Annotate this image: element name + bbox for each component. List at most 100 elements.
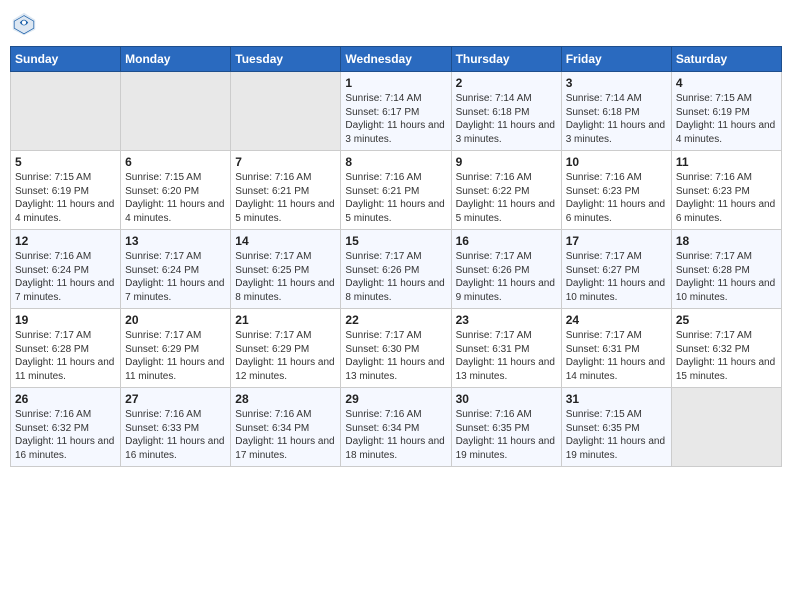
calendar-cell: 10 Sunrise: 7:16 AM Sunset: 6:23 PM Dayli… — [561, 151, 671, 230]
day-number: 4 — [676, 76, 777, 90]
day-number: 29 — [345, 392, 446, 406]
day-number: 6 — [125, 155, 226, 169]
day-number: 10 — [566, 155, 667, 169]
calendar-cell: 15Sunrise: 7:17 AM Sunset: 6:26 PM Dayli… — [341, 230, 451, 309]
calendar-cell: 5 Sunrise: 7:15 AM Sunset: 6:19 PM Daylig… — [11, 151, 121, 230]
calendar-week-row: 12 Sunrise: 7:16 AM Sunset: 6:24 PM Dayli… — [11, 230, 782, 309]
calendar-cell: 31 Sunrise: 7:15 AM Sunset: 6:35 PM Dayli… — [561, 388, 671, 467]
day-number: 14 — [235, 234, 336, 248]
day-info: Sunrise: 7:16 AM Sunset: 6:35 PM Dayligh… — [456, 408, 557, 462]
day-info: Sunrise: 7:16 AM Sunset: 6:21 PM Dayligh… — [345, 171, 446, 225]
day-number: 9 — [456, 155, 557, 169]
day-info: Sunrise: 7:17 AM Sunset: 6:31 PM Dayligh… — [456, 329, 557, 383]
weekday-header-friday: Friday — [561, 47, 671, 72]
day-number: 5 — [15, 155, 116, 169]
day-number: 2 — [456, 76, 557, 90]
calendar-cell: 16 Sunrise: 7:17 AM Sunset: 6:26 PM Dayli… — [451, 230, 561, 309]
day-info: Sunrise: 7:16 AM Sunset: 6:33 PM Dayligh… — [125, 408, 226, 462]
day-info: Sunrise: 7:15 AM Sunset: 6:20 PM Dayligh… — [125, 171, 226, 225]
calendar-cell: 20 Sunrise: 7:17 AM Sunset: 6:29 PM Dayli… — [121, 309, 231, 388]
day-number: 31 — [566, 392, 667, 406]
day-number: 16 — [456, 234, 557, 248]
day-info: Sunrise: 7:15 AM Sunset: 6:35 PM Dayligh… — [566, 408, 667, 462]
day-info: Sunrise: 7:17 AM Sunset: 6:32 PM Dayligh… — [676, 329, 777, 383]
calendar-cell: 14 Sunrise: 7:17 AM Sunset: 6:25 PM Dayli… — [231, 230, 341, 309]
calendar-cell: 28 Sunrise: 7:16 AM Sunset: 6:34 PM Dayli… — [231, 388, 341, 467]
calendar-cell: 11Sunrise: 7:16 AM Sunset: 6:23 PM Dayli… — [671, 151, 781, 230]
day-number: 26 — [15, 392, 116, 406]
day-info: Sunrise: 7:16 AM Sunset: 6:21 PM Dayligh… — [235, 171, 336, 225]
day-info: Sunrise: 7:17 AM Sunset: 6:28 PM Dayligh… — [676, 250, 777, 304]
calendar-cell: 24 Sunrise: 7:17 AM Sunset: 6:31 PM Dayli… — [561, 309, 671, 388]
day-number: 8 — [345, 155, 446, 169]
logo-icon — [10, 10, 38, 38]
day-info: Sunrise: 7:16 AM Sunset: 6:23 PM Dayligh… — [676, 171, 777, 225]
day-info: Sunrise: 7:16 AM Sunset: 6:24 PM Dayligh… — [15, 250, 116, 304]
calendar-cell: 21 Sunrise: 7:17 AM Sunset: 6:29 PM Dayli… — [231, 309, 341, 388]
day-info: Sunrise: 7:17 AM Sunset: 6:27 PM Dayligh… — [566, 250, 667, 304]
calendar-cell: 23 Sunrise: 7:17 AM Sunset: 6:31 PM Dayli… — [451, 309, 561, 388]
day-number: 12 — [15, 234, 116, 248]
page-header — [10, 10, 782, 38]
calendar-week-row: 26Sunrise: 7:16 AM Sunset: 6:32 PM Dayli… — [11, 388, 782, 467]
calendar-table: SundayMondayTuesdayWednesdayThursdayFrid… — [10, 46, 782, 467]
day-number: 1 — [345, 76, 446, 90]
day-number: 3 — [566, 76, 667, 90]
day-number: 19 — [15, 313, 116, 327]
day-info: Sunrise: 7:17 AM Sunset: 6:28 PM Dayligh… — [15, 329, 116, 383]
weekday-header-tuesday: Tuesday — [231, 47, 341, 72]
day-number: 27 — [125, 392, 226, 406]
calendar-cell: 27 Sunrise: 7:16 AM Sunset: 6:33 PM Dayli… — [121, 388, 231, 467]
calendar-cell: 29 Sunrise: 7:16 AM Sunset: 6:34 PM Dayli… — [341, 388, 451, 467]
calendar-cell — [231, 72, 341, 151]
day-number: 7 — [235, 155, 336, 169]
calendar-header-row: SundayMondayTuesdayWednesdayThursdayFrid… — [11, 47, 782, 72]
day-number: 30 — [456, 392, 557, 406]
day-info: Sunrise: 7:14 AM Sunset: 6:17 PM Dayligh… — [345, 92, 446, 146]
day-info: Sunrise: 7:16 AM Sunset: 6:34 PM Dayligh… — [235, 408, 336, 462]
day-number: 15 — [345, 234, 446, 248]
calendar-cell — [121, 72, 231, 151]
weekday-header-thursday: Thursday — [451, 47, 561, 72]
day-number: 25 — [676, 313, 777, 327]
day-info: Sunrise: 7:16 AM Sunset: 6:22 PM Dayligh… — [456, 171, 557, 225]
day-number: 22 — [345, 313, 446, 327]
day-number: 24 — [566, 313, 667, 327]
day-info: Sunrise: 7:14 AM Sunset: 6:18 PM Dayligh… — [566, 92, 667, 146]
day-info: Sunrise: 7:17 AM Sunset: 6:30 PM Dayligh… — [345, 329, 446, 383]
calendar-cell — [671, 388, 781, 467]
day-number: 18 — [676, 234, 777, 248]
calendar-cell: 25 Sunrise: 7:17 AM Sunset: 6:32 PM Dayli… — [671, 309, 781, 388]
weekday-header-wednesday: Wednesday — [341, 47, 451, 72]
calendar-week-row: 5 Sunrise: 7:15 AM Sunset: 6:19 PM Daylig… — [11, 151, 782, 230]
day-info: Sunrise: 7:17 AM Sunset: 6:26 PM Dayligh… — [456, 250, 557, 304]
day-number: 20 — [125, 313, 226, 327]
calendar-cell: 6 Sunrise: 7:15 AM Sunset: 6:20 PM Daylig… — [121, 151, 231, 230]
day-info: Sunrise: 7:17 AM Sunset: 6:29 PM Dayligh… — [125, 329, 226, 383]
day-info: Sunrise: 7:16 AM Sunset: 6:23 PM Dayligh… — [566, 171, 667, 225]
day-info: Sunrise: 7:17 AM Sunset: 6:29 PM Dayligh… — [235, 329, 336, 383]
calendar-cell: 12 Sunrise: 7:16 AM Sunset: 6:24 PM Dayli… — [11, 230, 121, 309]
day-number: 17 — [566, 234, 667, 248]
calendar-cell: 1 Sunrise: 7:14 AM Sunset: 6:17 PM Daylig… — [341, 72, 451, 151]
calendar-cell: 18 Sunrise: 7:17 AM Sunset: 6:28 PM Dayli… — [671, 230, 781, 309]
calendar-cell — [11, 72, 121, 151]
calendar-cell: 22 Sunrise: 7:17 AM Sunset: 6:30 PM Dayli… — [341, 309, 451, 388]
day-number: 23 — [456, 313, 557, 327]
day-info: Sunrise: 7:17 AM Sunset: 6:31 PM Dayligh… — [566, 329, 667, 383]
calendar-week-row: 1 Sunrise: 7:14 AM Sunset: 6:17 PM Daylig… — [11, 72, 782, 151]
weekday-header-saturday: Saturday — [671, 47, 781, 72]
day-info: Sunrise: 7:15 AM Sunset: 6:19 PM Dayligh… — [676, 92, 777, 146]
day-number: 13 — [125, 234, 226, 248]
logo — [10, 10, 42, 38]
day-info: Sunrise: 7:17 AM Sunset: 6:24 PM Dayligh… — [125, 250, 226, 304]
day-info: Sunrise: 7:16 AM Sunset: 6:34 PM Dayligh… — [345, 408, 446, 462]
calendar-cell: 2Sunrise: 7:14 AM Sunset: 6:18 PM Daylig… — [451, 72, 561, 151]
day-number: 28 — [235, 392, 336, 406]
day-info: Sunrise: 7:17 AM Sunset: 6:25 PM Dayligh… — [235, 250, 336, 304]
calendar-cell: 9 Sunrise: 7:16 AM Sunset: 6:22 PM Daylig… — [451, 151, 561, 230]
day-info: Sunrise: 7:15 AM Sunset: 6:19 PM Dayligh… — [15, 171, 116, 225]
day-number: 21 — [235, 313, 336, 327]
calendar-cell: 7 Sunrise: 7:16 AM Sunset: 6:21 PM Daylig… — [231, 151, 341, 230]
calendar-cell: 26Sunrise: 7:16 AM Sunset: 6:32 PM Dayli… — [11, 388, 121, 467]
